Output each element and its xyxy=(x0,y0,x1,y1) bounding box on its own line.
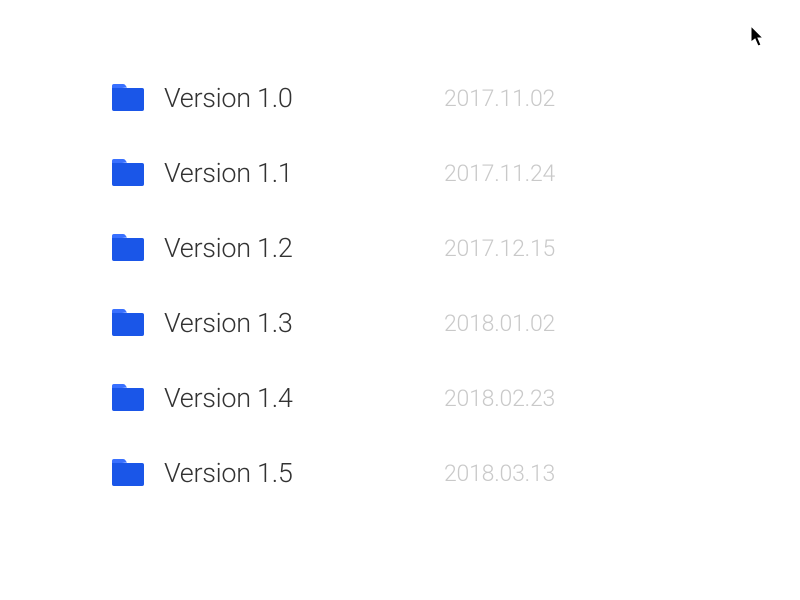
folder-icon xyxy=(110,81,144,115)
folder-list: Version 1.0 2017.11.02 Version 1.1 2017.… xyxy=(110,78,800,493)
folder-date: 2018.02.23 xyxy=(444,385,555,412)
folder-label: Version 1.0 xyxy=(164,82,444,114)
list-item[interactable]: Version 1.4 2018.02.23 xyxy=(110,378,800,418)
folder-label: Version 1.1 xyxy=(164,157,444,189)
folder-label: Version 1.5 xyxy=(164,457,444,489)
folder-date: 2018.01.02 xyxy=(444,310,555,337)
folder-icon xyxy=(110,456,144,490)
list-item[interactable]: Version 1.5 2018.03.13 xyxy=(110,453,800,493)
folder-date: 2017.12.15 xyxy=(444,235,555,262)
list-item[interactable]: Version 1.2 2017.12.15 xyxy=(110,228,800,268)
folder-icon xyxy=(110,381,144,415)
folder-icon xyxy=(110,156,144,190)
folder-icon xyxy=(110,306,144,340)
folder-date: 2018.03.13 xyxy=(444,460,555,487)
folder-label: Version 1.3 xyxy=(164,307,444,339)
folder-date: 2017.11.02 xyxy=(444,85,555,112)
folder-icon xyxy=(110,231,144,265)
list-item[interactable]: Version 1.3 2018.01.02 xyxy=(110,303,800,343)
folder-date: 2017.11.24 xyxy=(444,160,555,187)
list-item[interactable]: Version 1.0 2017.11.02 xyxy=(110,78,800,118)
cursor-icon xyxy=(751,26,766,48)
folder-label: Version 1.2 xyxy=(164,232,444,264)
folder-label: Version 1.4 xyxy=(164,382,444,414)
list-item[interactable]: Version 1.1 2017.11.24 xyxy=(110,153,800,193)
